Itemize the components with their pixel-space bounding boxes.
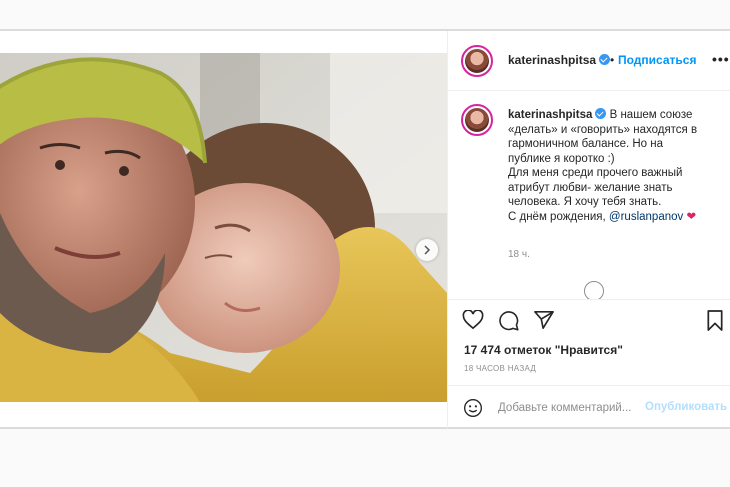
separator: •: [610, 53, 615, 67]
author-avatar[interactable]: [461, 45, 493, 77]
caption-line: публике я коротко :): [508, 152, 615, 165]
caption-line: гармоничном балансе. Но на: [508, 138, 664, 150]
post-side-panel: katerinashpitsa • Подписаться ••• kateri…: [447, 31, 730, 429]
caption-text: katerinashpitsa В нашем союзе «делать» и…: [508, 108, 723, 224]
previous-post-edge: [0, 0, 730, 30]
caption-line: «делать» и «говорить» находятся в: [508, 123, 698, 136]
smiley-icon[interactable]: [463, 398, 483, 418]
likes-count[interactable]: 17 474 отметок "Нравится": [464, 343, 623, 357]
send-icon[interactable]: [533, 310, 555, 330]
post-timestamp[interactable]: 18 часов назад: [464, 364, 536, 373]
author-username[interactable]: katerinashpitsa: [508, 53, 611, 67]
carousel-next-button[interactable]: [416, 239, 438, 261]
comment-input[interactable]: [498, 399, 646, 417]
load-comments-button[interactable]: [584, 281, 604, 299]
author-username-text[interactable]: katerinashpitsa: [508, 53, 596, 67]
follow-button[interactable]: Подписаться: [618, 53, 696, 67]
post-card: katerinashpitsa • Подписаться ••• kateri…: [0, 30, 730, 429]
post-header: katerinashpitsa • Подписаться •••: [448, 31, 730, 91]
caption-time: 18 ч.: [508, 249, 530, 260]
mention-link[interactable]: @ruslanpanov: [609, 211, 683, 223]
comment-form: Опубликовать: [448, 385, 730, 430]
comment-icon[interactable]: [498, 310, 520, 331]
chevron-right-icon: [424, 245, 431, 255]
more-options-button[interactable]: •••: [712, 51, 730, 67]
next-post-edge: [0, 428, 730, 487]
verified-badge-icon: [595, 108, 607, 119]
caption-line: С днём рождения,: [508, 210, 609, 223]
caption-avatar[interactable]: [461, 104, 493, 136]
publish-button[interactable]: Опубликовать: [645, 401, 727, 413]
caption-area: katerinashpitsa В нашем союзе «делать» и…: [448, 91, 730, 299]
caption-line: человека. Я хочу тебя знать.: [508, 196, 662, 208]
caption-username[interactable]: katerinashpitsa: [508, 109, 592, 121]
post-photo[interactable]: [0, 53, 447, 402]
caption-line: Для меня среди прочего важный: [508, 167, 683, 179]
verified-badge-icon: [599, 54, 611, 65]
heart-icon[interactable]: [462, 310, 484, 330]
heart-emoji: ❤: [686, 210, 697, 223]
bookmark-icon[interactable]: [706, 310, 724, 331]
caption-line: атрибут любви- желание знать: [508, 181, 673, 194]
photo-illustration: [0, 53, 447, 402]
post-actions: 17 474 отметок "Нравится" 18 часов назад…: [448, 299, 730, 429]
caption-line: В нашем союзе: [609, 109, 693, 121]
